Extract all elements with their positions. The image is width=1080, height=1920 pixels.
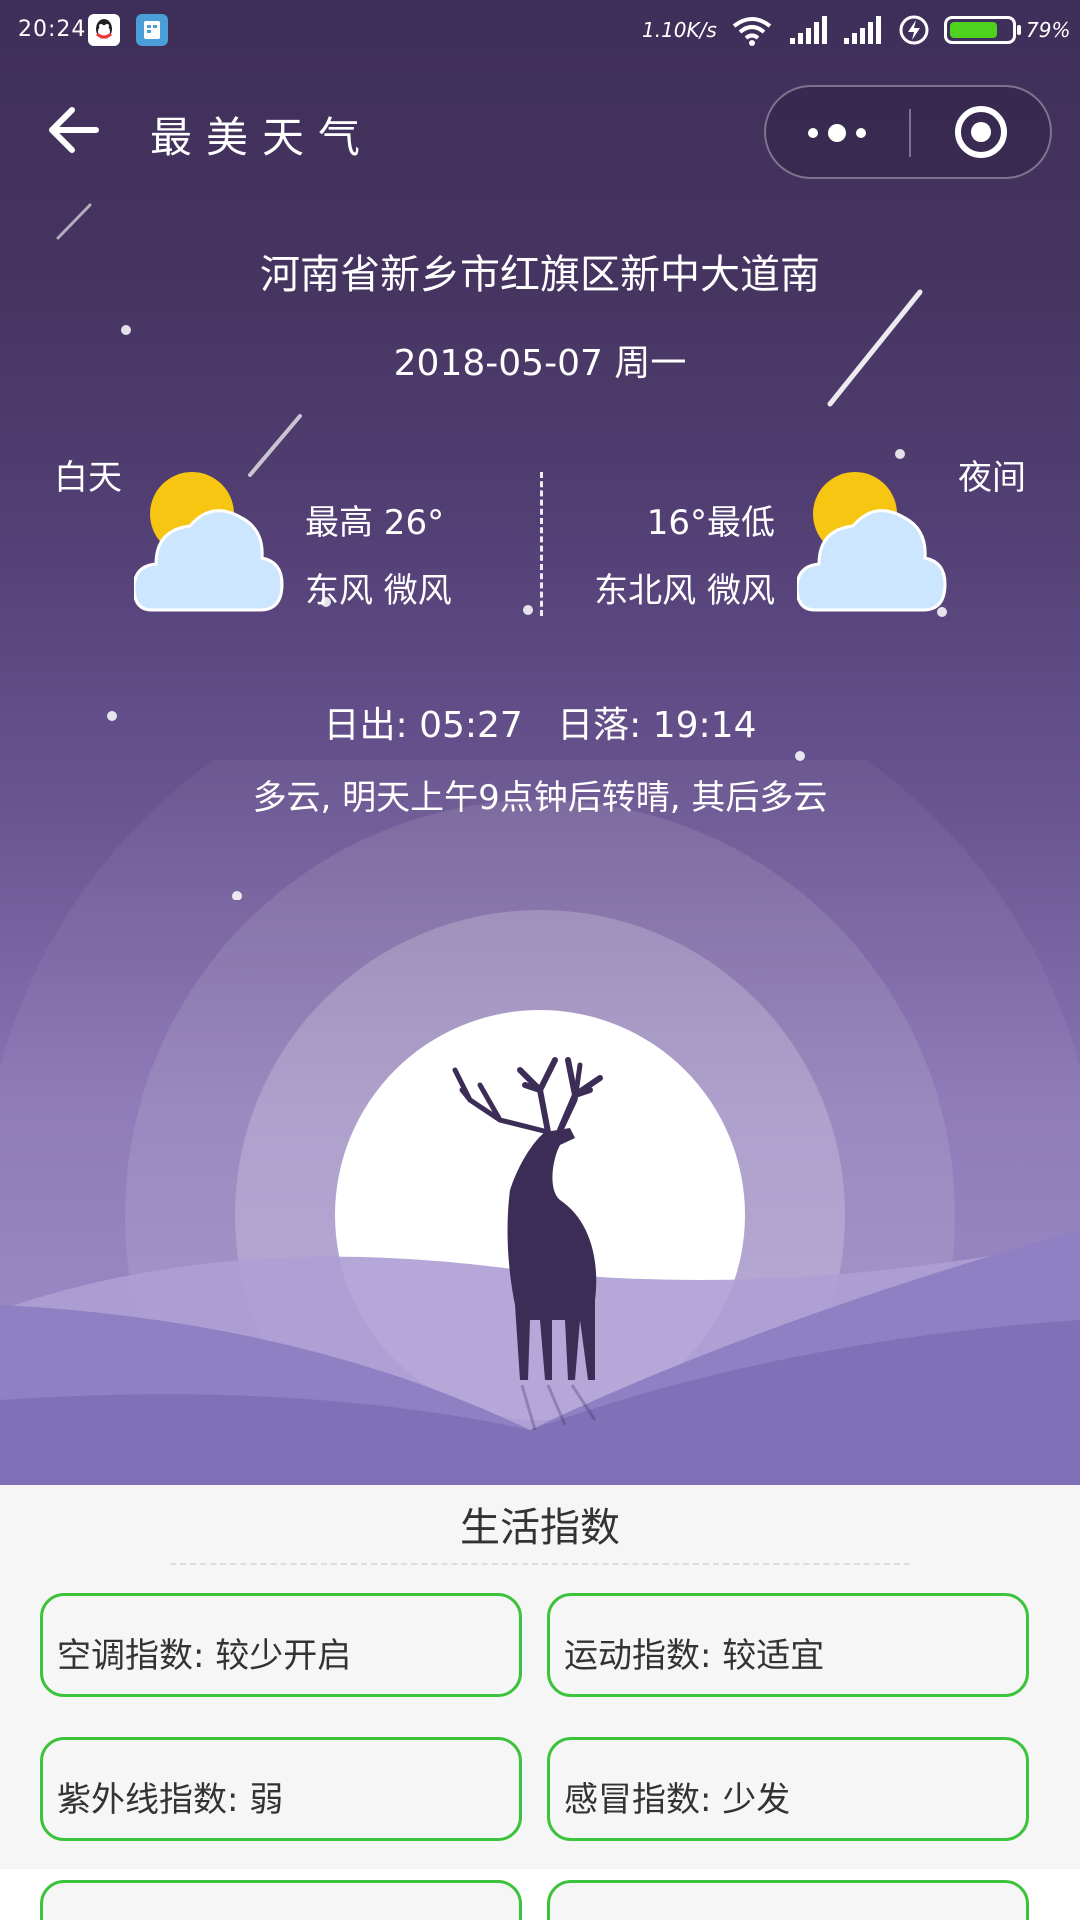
- weather-hero: 20:24 1.10K/s 79% 最美天气 河南省新乡市红旗区新中大道南 20…: [0, 0, 1080, 1485]
- more-dots-icon: [808, 124, 866, 142]
- charging-icon: [899, 15, 929, 45]
- index-card-6[interactable]: [547, 1880, 1029, 1920]
- mini-program-capsule: [764, 85, 1052, 179]
- index-card-label: 紫外线指数: 弱: [57, 1780, 284, 1820]
- back-arrow-icon: [49, 107, 99, 153]
- night-wind: 东北风 微风: [594, 571, 775, 611]
- battery-icon: [944, 16, 1021, 44]
- night-label: 夜间: [958, 458, 1026, 498]
- life-index-section: 生活指数 空调指数: 较少开启 运动指数: 较适宜 紫外线指数: 弱 感冒指数:…: [0, 1485, 1080, 1920]
- exit-button[interactable]: [911, 87, 1054, 177]
- network-speed: 1.10K/s: [642, 18, 717, 42]
- signal-icon-1: [790, 16, 827, 44]
- more-button[interactable]: [766, 87, 909, 177]
- index-card-sport[interactable]: 运动指数: 较适宜: [547, 1593, 1029, 1697]
- target-close-icon: [955, 106, 1007, 158]
- page-title: 最美天气: [150, 113, 375, 162]
- nav-bar: 最美天气: [0, 70, 1080, 190]
- index-card-label: 运动指数: 较适宜: [564, 1636, 825, 1676]
- life-index-title: 生活指数: [460, 1505, 620, 1551]
- partly-cloudy-icon: [134, 472, 284, 612]
- back-button[interactable]: [44, 100, 104, 160]
- partly-cloudy-icon: [797, 472, 947, 612]
- index-card-label: 感冒指数: 少发: [564, 1780, 791, 1820]
- list-continuation: [0, 1869, 1080, 1920]
- moon-deer-illustration: [0, 760, 1080, 1485]
- qq-icon: [88, 14, 120, 46]
- index-card-label: 空调指数: 较少开启: [57, 1636, 352, 1676]
- index-card-uv[interactable]: 紫外线指数: 弱: [40, 1737, 522, 1841]
- location-text: 河南省新乡市红旗区新中大道南: [260, 252, 820, 298]
- status-time: 20:24: [18, 17, 87, 42]
- index-card-ac[interactable]: 空调指数: 较少开启: [40, 1593, 522, 1697]
- forecast-text: 多云, 明天上午9点钟后转晴, 其后多云: [252, 778, 828, 818]
- calendar-app-icon: [136, 14, 168, 46]
- day-label: 白天: [54, 458, 122, 498]
- day-night-divider: [540, 472, 543, 616]
- night-temperature: 16°最低: [646, 503, 775, 543]
- battery-level-fill: [950, 22, 997, 38]
- index-card-cold[interactable]: 感冒指数: 少发: [547, 1737, 1029, 1841]
- index-card-5[interactable]: [40, 1880, 522, 1920]
- signal-icon-2: [844, 16, 881, 44]
- status-bar: 20:24 1.10K/s 79%: [0, 0, 1080, 60]
- battery-percent: 79%: [1026, 18, 1071, 42]
- wifi-icon: [732, 17, 772, 46]
- life-index-divider: [170, 1563, 910, 1565]
- sunrise-sunset-text: 日出: 05:27 日落: 19:14: [323, 705, 757, 746]
- date-text: 2018-05-07 周一: [393, 343, 687, 384]
- day-wind: 东风 微风: [305, 571, 452, 611]
- day-temperature: 最高 26°: [305, 503, 445, 543]
